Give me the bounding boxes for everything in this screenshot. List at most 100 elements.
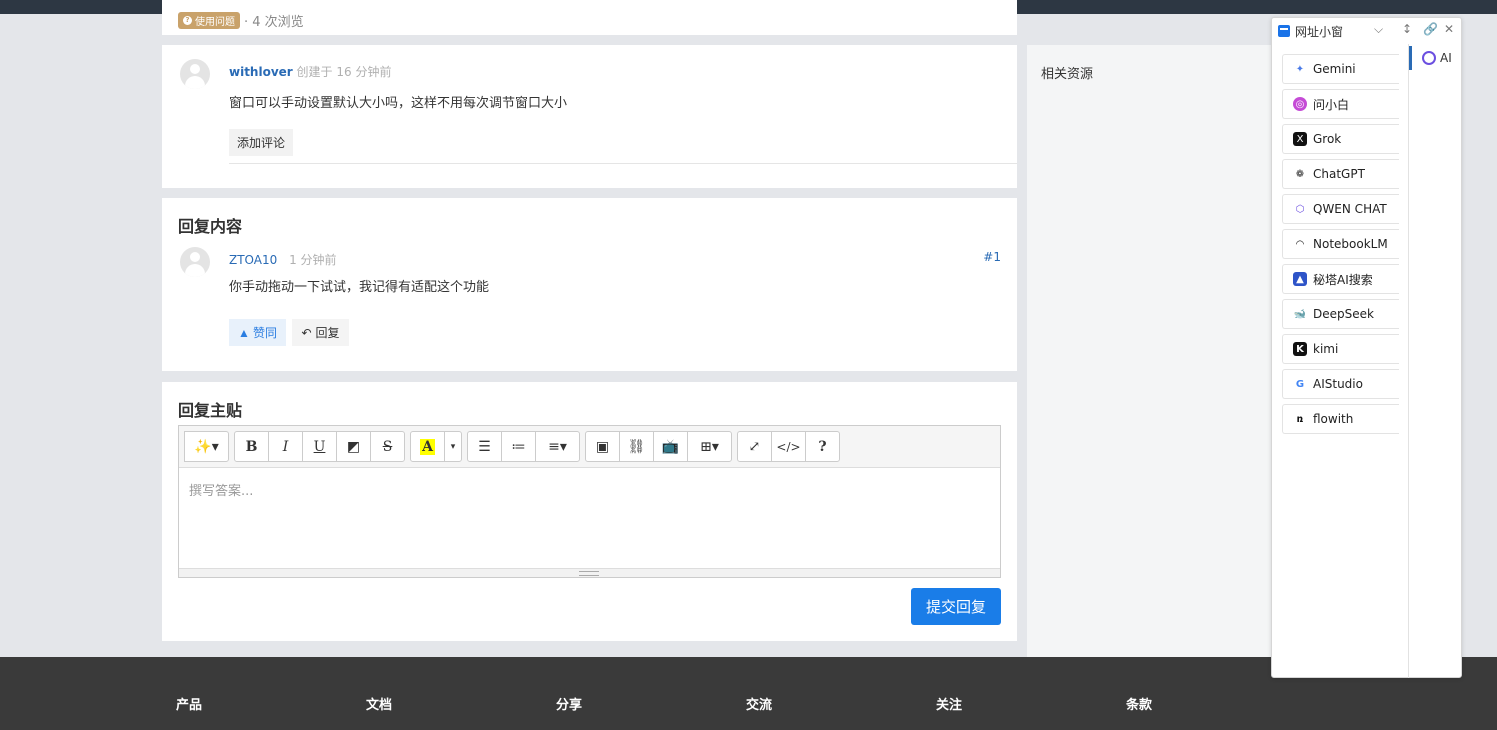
reply-time: 1 分钟前: [289, 253, 337, 267]
chevron-down-icon[interactable]: ⌵: [1374, 22, 1383, 37]
bold-icon[interactable]: B: [234, 431, 269, 462]
site-item-aistudio[interactable]: G AIStudio: [1282, 369, 1399, 399]
popup-logo-icon: [1278, 25, 1290, 37]
rich-text-editor: ✨▾ B I U ◩ S A ▾ ☰ ≔ ≡▾ ▣ ⛓ 📺 ⊞▾ ⤢ </> ?…: [178, 425, 1001, 578]
question-meta: ? 使用问题 · 4 次浏览: [178, 11, 304, 30]
related-resources-panel: 相关资源: [1027, 45, 1277, 657]
align-icon[interactable]: ≡▾: [535, 431, 580, 462]
footer-link-follow[interactable]: 关注: [936, 694, 962, 713]
site-item-grok[interactable]: X Grok: [1282, 124, 1399, 154]
avatar[interactable]: [180, 59, 210, 89]
image-icon[interactable]: ▣: [585, 431, 620, 462]
reply-arrow-icon: ↶: [301, 325, 312, 340]
reply-floor-link[interactable]: #1: [983, 250, 1001, 264]
code-view-icon[interactable]: </>: [771, 431, 806, 462]
bullet-list-icon[interactable]: ☰: [467, 431, 502, 462]
notebooklm-icon: ◠: [1295, 238, 1305, 250]
site-item-label: NotebookLM: [1313, 237, 1388, 251]
italic-icon[interactable]: I: [268, 431, 303, 462]
site-item-label: kimi: [1313, 342, 1339, 356]
tab-ai[interactable]: AI: [1409, 46, 1461, 70]
magic-wand-icon[interactable]: ✨▾: [184, 431, 229, 462]
site-item-label: flowith: [1313, 412, 1354, 426]
editor-toolbar: ✨▾ B I U ◩ S A ▾ ☰ ≔ ≡▾ ▣ ⛓ 📺 ⊞▾ ⤢ </> ?: [179, 426, 1000, 468]
wenxiaobai-icon: ◎: [1293, 97, 1307, 111]
avatar[interactable]: [180, 247, 210, 277]
site-item-metaso[interactable]: ▲ 秘塔AI搜索: [1282, 264, 1399, 294]
footer-link-docs[interactable]: 文档: [366, 694, 392, 713]
kimi-icon: K: [1293, 342, 1307, 356]
popup-header[interactable]: 网址小窗 ⌵ ↕ 🔗 ✕: [1272, 18, 1461, 44]
site-item-deepseek[interactable]: 🐋 DeepSeek: [1282, 299, 1399, 329]
google-icon: G: [1295, 378, 1305, 390]
site-item-label: QWEN CHAT: [1313, 202, 1387, 216]
reply-label: 回复: [315, 326, 340, 340]
deepseek-icon: 🐋: [1293, 308, 1307, 320]
footer-link-product[interactable]: 产品: [176, 694, 202, 713]
site-item-label: 问小白: [1313, 97, 1350, 112]
site-item-chatgpt[interactable]: ❁ ChatGPT: [1282, 159, 1399, 189]
ai-chat-icon: [1422, 51, 1436, 65]
site-item-kimi[interactable]: K kimi: [1282, 334, 1399, 364]
url-popup-window: 网址小窗 ⌵ ↕ 🔗 ✕ ✦ Gemini ◎ 问小白 X Grok ❁ Cha…: [1271, 17, 1462, 678]
reply-button[interactable]: ↶ 回复: [292, 319, 349, 346]
site-item-flowith[interactable]: ռ flowith: [1282, 404, 1399, 434]
divider: [1408, 44, 1409, 678]
site-item-wenxiaobai[interactable]: ◎ 问小白: [1282, 89, 1399, 119]
gemini-icon: ✦: [1295, 63, 1305, 75]
footer-link-share[interactable]: 分享: [556, 694, 582, 713]
vote-button[interactable]: ▲ 赞同: [229, 319, 286, 346]
reply-content: 你手动拖动一下试试，我记得有适配这个功能: [229, 280, 490, 295]
highlight-icon[interactable]: A: [410, 431, 445, 462]
question-meta-card: ? 使用问题 · 4 次浏览: [162, 0, 1017, 35]
reply-author-line: ZTOA10 1 分钟前: [229, 251, 337, 268]
footer-link-terms[interactable]: 条款: [1126, 694, 1152, 713]
eraser-icon[interactable]: ◩: [336, 431, 371, 462]
post-author[interactable]: withlover: [229, 65, 293, 79]
related-resources-title: 相关资源: [1041, 67, 1094, 82]
question-tag[interactable]: ? 使用问题: [178, 12, 240, 29]
footer-link-community[interactable]: 交流: [746, 694, 772, 713]
metaso-icon: ▲: [1293, 272, 1307, 286]
post-author-line: withlover 创建于 16 分钟前: [229, 63, 391, 80]
site-item-label: Gemini: [1313, 62, 1356, 76]
view-count: · 4 次浏览: [244, 15, 304, 30]
post-created: 创建于 16 分钟前: [296, 65, 392, 79]
link-icon[interactable]: 🔗: [1423, 22, 1438, 36]
chevron-down-icon[interactable]: ▾: [444, 431, 462, 462]
underline-icon[interactable]: U: [302, 431, 337, 462]
question-icon: ?: [183, 16, 192, 25]
popup-title: 网址小窗: [1295, 24, 1344, 39]
flowith-icon: ռ: [1296, 413, 1304, 425]
bilibili-icon[interactable]: 📺: [653, 431, 688, 462]
submit-reply-button[interactable]: 提交回复: [911, 588, 1001, 625]
divider: [229, 163, 1017, 164]
reply-form-title: 回复主贴: [178, 401, 243, 420]
post-card: withlover 创建于 16 分钟前 窗口可以手动设置默认大小吗，这样不用每…: [162, 45, 1017, 188]
link-icon[interactable]: ⛓: [619, 431, 654, 462]
strikethrough-icon[interactable]: S: [370, 431, 405, 462]
site-item-notebooklm[interactable]: ◠ NotebookLM: [1282, 229, 1399, 259]
site-item-gemini[interactable]: ✦ Gemini: [1282, 54, 1399, 84]
site-item-label: 秘塔AI搜索: [1313, 272, 1373, 287]
reply-author[interactable]: ZTOA10: [229, 253, 277, 267]
add-comment-button[interactable]: 添加评论: [229, 129, 294, 156]
numbered-list-icon[interactable]: ≔: [501, 431, 536, 462]
close-icon[interactable]: ✕: [1444, 22, 1454, 36]
fullscreen-icon[interactable]: ⤢: [737, 431, 772, 462]
post-content: 窗口可以手动设置默认大小吗，这样不用每次调节窗口大小: [229, 96, 568, 111]
answer-input[interactable]: 撰写答案...: [179, 468, 1000, 568]
site-item-qwen[interactable]: ⬡ QWEN CHAT: [1282, 194, 1399, 224]
triangle-up-icon: ▲: [238, 325, 250, 340]
qwen-icon: ⬡: [1295, 203, 1305, 215]
ai-site-list: ✦ Gemini ◎ 问小白 X Grok ❁ ChatGPT ⬡ QWEN C…: [1282, 54, 1399, 439]
editor-resize-handle[interactable]: [179, 568, 1000, 577]
replies-title: 回复内容: [178, 217, 243, 236]
table-icon[interactable]: ⊞▾: [687, 431, 732, 462]
vote-label: 赞同: [252, 326, 277, 340]
question-tag-label: 使用问题: [195, 17, 235, 28]
help-icon[interactable]: ?: [805, 431, 840, 462]
grok-icon: X: [1293, 132, 1307, 146]
resize-vertical-icon[interactable]: ↕: [1402, 22, 1412, 36]
site-item-label: Grok: [1313, 132, 1342, 146]
